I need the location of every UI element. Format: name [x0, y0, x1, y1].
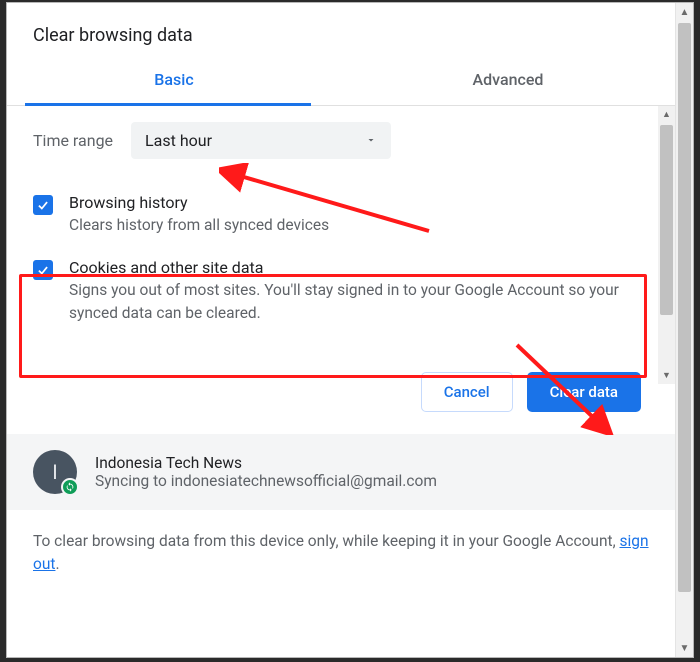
- option-desc: Signs you out of most sites. You'll stay…: [69, 279, 632, 324]
- clear-data-button[interactable]: Clear data: [527, 372, 641, 412]
- option-browsing-history: Browsing history Clears history from all…: [33, 187, 632, 252]
- check-icon: [36, 198, 50, 212]
- check-icon: [36, 263, 50, 277]
- sync-icon: [65, 482, 75, 492]
- chevron-down-icon: [365, 131, 377, 150]
- option-title: Browsing history: [69, 193, 329, 212]
- time-range-select[interactable]: Last hour: [131, 122, 391, 159]
- sync-badge: [61, 478, 79, 496]
- scroll-thumb[interactable]: [660, 125, 673, 315]
- avatar: I: [33, 450, 77, 494]
- checkbox-cookies[interactable]: [33, 260, 53, 280]
- cancel-label: Cancel: [444, 383, 490, 401]
- sync-prefix: Syncing to: [95, 472, 171, 490]
- scroll-track[interactable]: [676, 21, 693, 639]
- time-range-label: Time range: [33, 131, 113, 150]
- footnote-suffix: .: [55, 555, 59, 573]
- checkbox-browsing-history[interactable]: [33, 195, 53, 215]
- clear-data-label: Clear data: [550, 383, 618, 401]
- option-cookies: Cookies and other site data Signs you ou…: [33, 252, 632, 340]
- scroll-thumb[interactable]: [678, 23, 691, 592]
- time-range-value: Last hour: [145, 131, 212, 150]
- avatar-initial: I: [52, 460, 57, 484]
- scroll-up-icon[interactable]: ▲: [658, 106, 675, 123]
- dialog-actions: Cancel Clear data: [7, 350, 675, 434]
- account-email: indonesiatechnewsofficial@gmail.com: [171, 472, 437, 490]
- options-panel: Time range Last hour Browsing history: [7, 106, 675, 350]
- cancel-button[interactable]: Cancel: [421, 372, 513, 412]
- outer-scrollbar[interactable]: ▲ ▼: [675, 3, 693, 657]
- footnote-prefix: To clear browsing data from this device …: [33, 532, 620, 550]
- footnote: To clear browsing data from this device …: [7, 510, 675, 593]
- option-title: Cookies and other site data: [69, 258, 632, 277]
- tab-bar: Basic Advanced: [7, 56, 675, 106]
- tab-basic[interactable]: Basic: [7, 56, 341, 105]
- scroll-track[interactable]: [658, 123, 675, 367]
- tab-advanced[interactable]: Advanced: [341, 56, 675, 105]
- scroll-down-icon[interactable]: ▼: [676, 639, 693, 657]
- scroll-up-icon[interactable]: ▲: [676, 3, 693, 21]
- clear-browsing-data-dialog: Clear browsing data Basic Advanced Time …: [7, 3, 675, 657]
- window-frame: Clear browsing data Basic Advanced Time …: [6, 2, 694, 658]
- scroll-down-icon[interactable]: ▼: [658, 367, 675, 384]
- account-strip: I Indonesia Tech News Syncing to indones…: [7, 434, 675, 510]
- account-sync-status: Syncing to indonesiatechnewsofficial@gma…: [95, 472, 437, 490]
- tab-basic-label: Basic: [154, 70, 193, 89]
- option-desc: Clears history from all synced devices: [69, 214, 329, 236]
- dialog-title: Clear browsing data: [7, 3, 675, 56]
- inner-scrollbar[interactable]: ▲ ▼: [658, 106, 675, 384]
- tab-advanced-label: Advanced: [473, 70, 544, 89]
- account-name: Indonesia Tech News: [95, 454, 437, 472]
